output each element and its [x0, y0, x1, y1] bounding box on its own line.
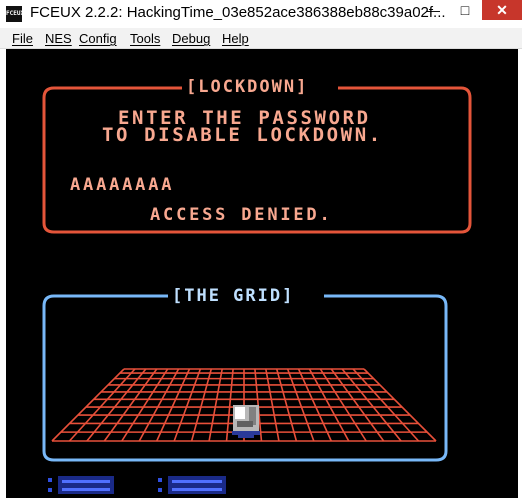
- lockdown-instruction-line2: TO DISABLE LOCKDOWN.: [102, 124, 383, 146]
- menu-tools[interactable]: Tools: [130, 31, 160, 46]
- game-screen[interactable]: [LOCKDOWN] ENTER THE PASSWORD TO DISABLE…: [6, 49, 518, 498]
- minimize-button[interactable]: —: [418, 0, 448, 20]
- maximize-button[interactable]: □: [452, 0, 478, 20]
- grid-line: [265, 368, 280, 442]
- menu-nes[interactable]: NES: [45, 31, 72, 46]
- grid-line: [286, 368, 315, 442]
- grid-line: [225, 368, 234, 442]
- close-button[interactable]: ✕: [482, 0, 522, 20]
- menu-file[interactable]: File: [12, 31, 33, 46]
- fceux-app-icon[interactable]: FCEUX: [6, 6, 24, 22]
- grid-line: [341, 368, 402, 442]
- menu-help[interactable]: Help: [222, 31, 249, 46]
- grid-line: [68, 368, 136, 442]
- grid-line: [86, 368, 147, 442]
- hud-bar-right: [158, 476, 226, 494]
- password-entry[interactable]: AAAAAAAA: [70, 175, 174, 195]
- grid-title: [THE GRID]: [172, 286, 295, 306]
- menu-debug[interactable]: Debug: [172, 31, 210, 46]
- grid-line: [352, 368, 420, 442]
- hud-bar-left: [48, 476, 114, 494]
- grid-line: [208, 368, 223, 442]
- grid-line: [173, 368, 202, 442]
- menu-config[interactable]: Config: [79, 31, 117, 46]
- window-title: FCEUX 2.2.2: HackingTime_03e852ace386388…: [30, 4, 446, 21]
- access-status: ACCESS DENIED.: [150, 205, 333, 225]
- grid-line: [275, 368, 298, 442]
- grid-line: [190, 368, 213, 442]
- menu-bar: File NES Config Tools Debug Help: [0, 28, 522, 49]
- lockdown-title: [LOCKDOWN]: [186, 77, 309, 97]
- player-robot-sprite: [232, 405, 260, 438]
- title-bar: FCEUX FCEUX 2.2.2: HackingTime_03e852ace…: [0, 0, 522, 28]
